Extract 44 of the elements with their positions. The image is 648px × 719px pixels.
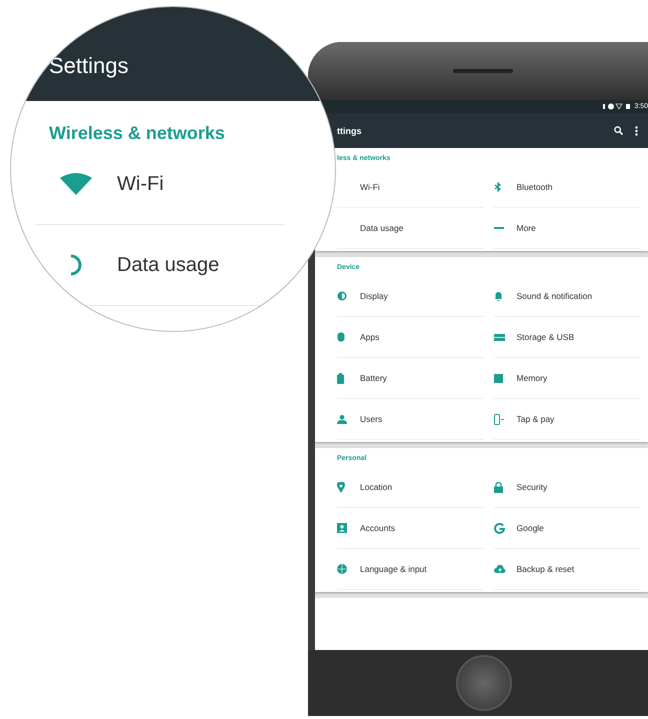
- search-icon[interactable]: [614, 126, 623, 135]
- settings-item[interactable]: Security: [494, 467, 640, 508]
- settings-item[interactable]: Location: [337, 467, 484, 508]
- google-g-icon: [494, 522, 504, 534]
- settings-item[interactable]: Users: [337, 399, 484, 440]
- app-bar-title: Settings: [49, 53, 128, 79]
- app-bar-title: ttings: [337, 126, 362, 136]
- settings-item[interactable]: Google: [494, 508, 640, 549]
- memory-icon: [494, 374, 502, 382]
- account-box-icon: [337, 523, 347, 533]
- location-pin-icon: [337, 482, 345, 492]
- status-icons: [602, 103, 632, 110]
- settings-item[interactable]: Wi-Fi: [35, 144, 285, 225]
- more-options-icon[interactable]: [635, 126, 638, 136]
- bell-icon: [494, 291, 502, 301]
- wifi-icon: [60, 173, 92, 195]
- bluetooth-icon: [494, 182, 502, 192]
- settings-item[interactable]: Language & input: [337, 549, 484, 590]
- settings-item[interactable]: Battery: [337, 358, 484, 399]
- settings-item[interactable]: More: [494, 208, 640, 249]
- settings-item[interactable]: Data usage: [337, 208, 484, 249]
- settings-item[interactable]: Backup & reset: [494, 549, 640, 590]
- settings-item[interactable]: Apps: [337, 317, 484, 358]
- settings-item[interactable]: Tap & pay: [494, 399, 640, 440]
- person-icon: [337, 414, 347, 424]
- speaker-slot: [453, 69, 513, 73]
- storage-icon: [494, 334, 504, 340]
- dash-icon: [494, 227, 504, 229]
- cloud-upload-icon: [494, 565, 506, 573]
- settings-item[interactable]: Data usage: [35, 225, 285, 306]
- section-header: Wireless & networks: [48, 122, 226, 144]
- lock-icon: [494, 482, 502, 492]
- data-usage-icon: [70, 254, 82, 276]
- phone-tap-icon: [494, 414, 504, 424]
- globe-icon: [337, 564, 347, 574]
- settings-item[interactable]: Storage & USB: [494, 317, 640, 358]
- half-circle-icon: [337, 291, 347, 301]
- settings-item[interactable]: Sound & notification: [494, 276, 640, 317]
- settings-item[interactable]: Display: [337, 276, 484, 317]
- settings-item[interactable]: Memory: [494, 358, 640, 399]
- settings-item[interactable]: Bluetooth: [494, 167, 640, 208]
- settings-item[interactable]: Accounts: [337, 508, 484, 549]
- battery-icon: [337, 372, 344, 384]
- settings-item[interactable]: Wi-Fi: [337, 167, 484, 208]
